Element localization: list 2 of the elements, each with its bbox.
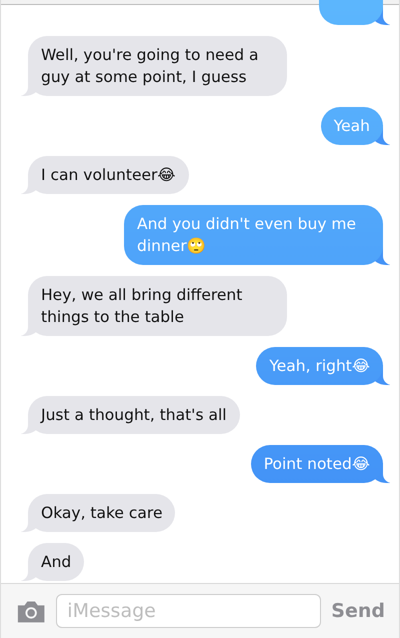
camera-icon[interactable] [16, 599, 46, 623]
message-field[interactable]: iMessage [56, 594, 322, 628]
